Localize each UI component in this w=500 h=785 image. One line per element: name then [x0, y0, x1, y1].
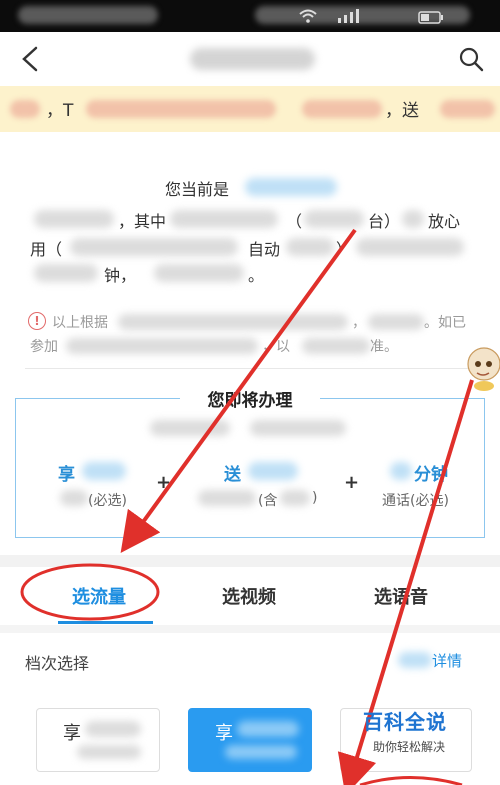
- tip-text-d: 参加: [30, 339, 58, 355]
- package-blur-b: [250, 420, 346, 436]
- tab-voice[interactable]: 选语音: [374, 583, 428, 609]
- info-blur-a: [34, 210, 114, 228]
- tier-option-2-blur-2: [225, 745, 297, 759]
- plus-sign-1: +: [156, 472, 172, 493]
- annotation-circle-bottom: [359, 776, 463, 785]
- current-plan-label: 您当前是: [165, 180, 230, 199]
- search-button[interactable]: [458, 46, 484, 72]
- info-blur-c: [304, 210, 364, 228]
- active-tab-indicator: [58, 621, 153, 624]
- notice-blur-3: [302, 100, 382, 118]
- chevron-left-icon: [22, 46, 38, 72]
- tip-text-a: 以上根据: [52, 315, 108, 331]
- tier-option-2-blur: [237, 721, 299, 737]
- tier-detail-link[interactable]: 详情: [432, 650, 462, 671]
- tip-blur-b: [368, 314, 424, 330]
- section-gap-2: [0, 625, 500, 633]
- info-blur-e: [70, 238, 238, 256]
- section-gap: [0, 555, 500, 567]
- tip-blur-c: [66, 338, 258, 354]
- benefit1-sub: (必选): [88, 493, 127, 509]
- package-heading: 您即将办理: [180, 386, 320, 411]
- info-text-a: ，其中: [118, 212, 167, 231]
- benefit3-sub: 通话(必选): [382, 493, 449, 509]
- info-blur-g: [356, 238, 464, 256]
- notice-blur-2: [86, 100, 276, 118]
- info-text-f: 自动: [248, 240, 281, 259]
- status-carrier-blurred: [18, 6, 158, 24]
- info-text-d: 放心: [428, 212, 461, 231]
- tier-detail-blur: [398, 652, 432, 668]
- benefit1-sub-blur: [60, 490, 88, 506]
- info-text-g: ）: [336, 240, 353, 259]
- tier-option-2[interactable]: 享: [188, 708, 312, 772]
- info-text-e: 用（: [30, 240, 63, 259]
- watermark-subtitle: 助你轻松解决: [373, 740, 446, 754]
- watermark-logo: 百科全说 助你轻松解决: [353, 700, 473, 762]
- notice-banner: ，T ，送: [0, 86, 500, 132]
- benefit1-blur: [82, 462, 126, 480]
- tier-option-1-label: 享: [63, 723, 81, 744]
- info-text-i: 。: [248, 266, 265, 285]
- wifi-icon: [298, 8, 318, 23]
- info-blur-d: [402, 210, 424, 228]
- notice-text-1: ，T: [46, 101, 74, 121]
- search-icon: [459, 47, 484, 72]
- tip-text-f: 准。: [370, 339, 398, 355]
- benefit3-title: 分钟: [414, 465, 448, 485]
- watermark-title: 百科全说: [363, 710, 447, 734]
- tip-text-b: ，: [352, 315, 366, 331]
- tip-blur-a: [118, 314, 348, 330]
- info-text-b: （: [286, 212, 303, 231]
- tier-title: 档次选择: [25, 654, 90, 673]
- info-blur-b: [170, 210, 278, 228]
- current-plan-blurred: [245, 178, 337, 196]
- tip-text-c: 。如已: [424, 315, 466, 331]
- benefit1-title: 享: [58, 465, 75, 485]
- tab-data[interactable]: 选流量: [72, 583, 126, 609]
- info-blur-h: [34, 264, 98, 282]
- tab-video[interactable]: 选视频: [222, 583, 276, 609]
- divider: [25, 368, 475, 369]
- benefit2-title: 送: [224, 465, 241, 485]
- benefit2-blur: [248, 462, 298, 480]
- tier-option-1[interactable]: 享: [36, 708, 160, 772]
- alert-circle-icon: !: [28, 312, 46, 330]
- signal-icon: [336, 7, 366, 23]
- nav-bar: [0, 32, 500, 87]
- notice-text-2: ，送: [385, 101, 419, 121]
- tip-text-e: ，以: [262, 339, 290, 355]
- category-tabs: 选流量 选视频 选语音: [0, 567, 500, 626]
- notice-blur-1: [10, 100, 40, 118]
- package-blur-a: [150, 420, 230, 436]
- benefit3-blur: [390, 462, 412, 480]
- page-title-blurred: [190, 48, 315, 70]
- tip-blur-d: [302, 338, 370, 354]
- tier-option-1-blur-2: [77, 745, 141, 759]
- benefit2-sub-close: ): [312, 490, 318, 506]
- info-text-c: 台）: [368, 212, 401, 231]
- benefit2-sub-blur: [198, 490, 256, 506]
- benefit2-sub-blur-2: [280, 490, 310, 506]
- tier-option-1-blur: [85, 721, 141, 737]
- plus-sign-2: +: [344, 472, 360, 493]
- tier-option-2-label: 享: [215, 723, 233, 744]
- mascot-icon: [462, 340, 500, 392]
- info-text-h: 钟，: [104, 266, 137, 285]
- status-bar: [0, 0, 500, 32]
- battery-icon: [418, 9, 444, 24]
- info-blur-i: [154, 264, 244, 282]
- notice-blur-4: [440, 100, 495, 118]
- benefit2-sub: (含: [258, 493, 278, 509]
- info-blur-f: [286, 238, 334, 256]
- back-button[interactable]: [14, 40, 48, 78]
